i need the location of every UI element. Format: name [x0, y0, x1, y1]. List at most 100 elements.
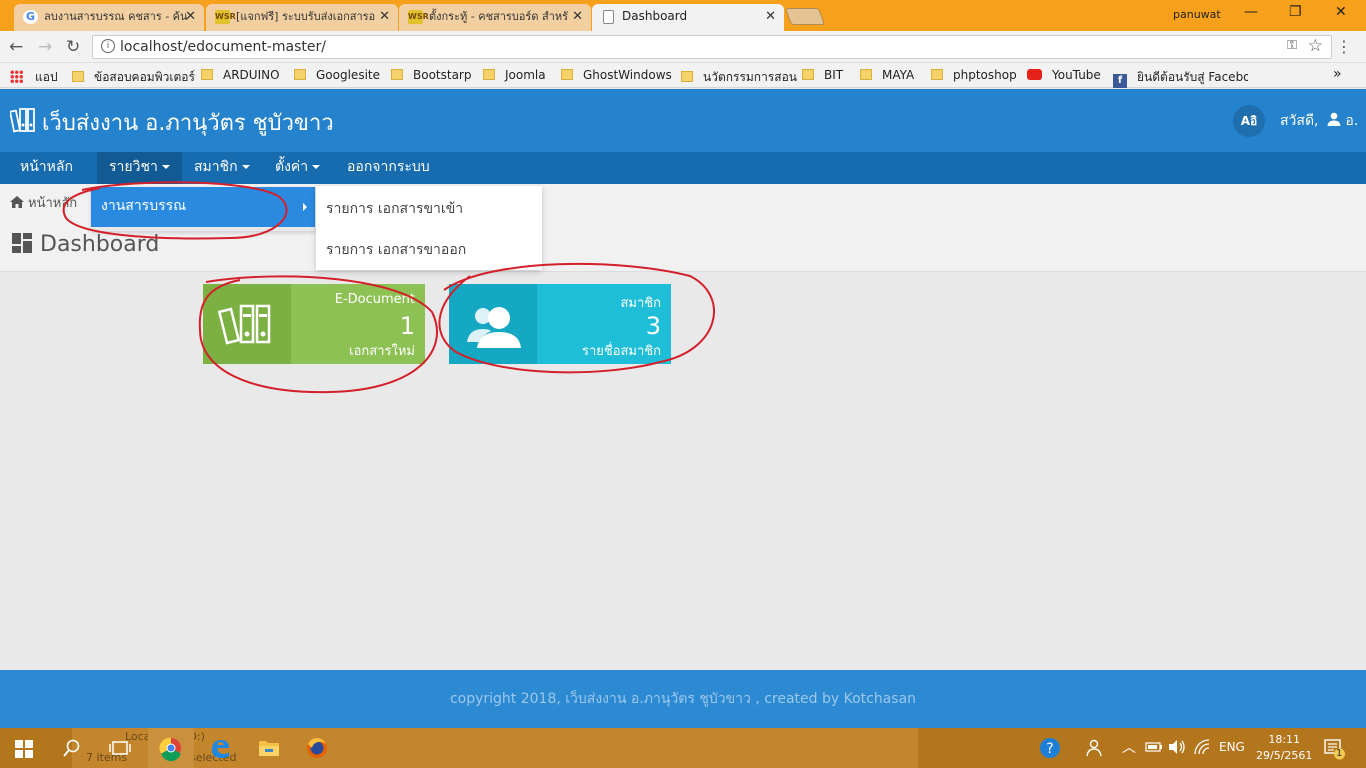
page-title: Dashboard [12, 232, 159, 257]
url-input[interactable]: i localhost/edocument-master/ ⚿ ☆ [92, 35, 1332, 59]
back-icon[interactable]: ← [9, 37, 23, 57]
bookmark-item[interactable]: BIT [802, 68, 843, 82]
bookmark-label: phptoshop [953, 68, 1017, 82]
tab-title: ลบงานสารบรรณ คชสาร - ค้น [44, 10, 188, 23]
people-icon[interactable] [1084, 739, 1102, 757]
close-tab-icon[interactable]: ✕ [185, 4, 196, 29]
close-window-icon[interactable]: ✕ [1335, 4, 1347, 20]
nav-settings[interactable]: ตั้งค่า [263, 152, 332, 184]
greeting-text: สวัสดี, [1280, 113, 1319, 129]
submenu-outgoing-documents[interactable]: รายการ เอกสารขาออก [326, 239, 466, 261]
restore-icon[interactable]: ❐ [1289, 4, 1302, 20]
chrome-taskbar-button[interactable] [148, 728, 194, 768]
nav-logout[interactable]: ออกจากระบบ [335, 152, 442, 184]
nav-label: ตั้งค่า [275, 159, 309, 175]
user-menu[interactable]: สวัสดี, อ. [1280, 110, 1358, 132]
edocument-card[interactable]: E-Document 1 เอกสารใหม่ [203, 284, 425, 364]
volume-icon[interactable] [1168, 739, 1186, 755]
folder-icon [561, 69, 573, 80]
caret-right-icon [303, 203, 307, 211]
document-submenu: รายการ เอกสารขาเข้า รายการ เอกสารขาออก [316, 186, 542, 270]
key-icon[interactable]: ⚿ [1287, 38, 1297, 53]
breadcrumb-label: หน้าหลัก [28, 196, 78, 211]
site-title[interactable]: เว็บส่งงาน อ.ภานุวัตร ชูบัวขาว [42, 105, 334, 140]
reload-icon[interactable]: ↻ [66, 37, 80, 57]
profile-name[interactable]: panuwat [1173, 8, 1221, 21]
address-bar: ← → ↻ i localhost/edocument-master/ ⚿ ☆ … [0, 31, 1366, 63]
bookmark-item[interactable]: Bootstarp [391, 68, 471, 82]
bookmark-youtube[interactable]: YouTube [1027, 68, 1101, 82]
new-tab-button[interactable] [784, 8, 826, 25]
bookmarks-overflow-icon[interactable]: » [1333, 66, 1342, 82]
dashboard-icon [12, 233, 32, 253]
bookmark-apps[interactable]: แอป [10, 68, 58, 87]
url-text: localhost/edocument-master/ [120, 39, 326, 55]
members-card[interactable]: สมาชิก 3 รายชื่อสมาชิก [449, 284, 671, 364]
browser-tab-strip: G ลบงานสารบรรณ คชสาร - ค้น ✕ WSR [แจกฟรี… [0, 0, 1366, 31]
language-button[interactable]: Aอิ [1233, 105, 1265, 137]
forward-icon[interactable]: → [38, 37, 52, 57]
file-explorer-icon[interactable] [258, 738, 280, 758]
ghost-explorer-window: Local Disk (D:) 7 items selected [72, 728, 918, 768]
bookmark-label: ข้อสอบคอมพิวเตอร์ [94, 70, 195, 84]
users-icon [467, 307, 521, 348]
tray-chevron-up-icon[interactable]: ︿ [1122, 737, 1136, 757]
close-tab-icon[interactable]: ✕ [765, 4, 776, 29]
bookmark-item[interactable]: ARDUINO [201, 68, 280, 82]
browser-tab[interactable]: WSR ตั้งกระทู้ - คชสารบอร์ด สำหรั ✕ [399, 4, 591, 31]
search-icon[interactable] [63, 739, 81, 757]
close-tab-icon[interactable]: ✕ [379, 4, 390, 29]
input-language[interactable]: ENG [1219, 740, 1245, 754]
breadcrumb[interactable]: หน้าหลัก [10, 192, 77, 213]
task-view-icon[interactable] [109, 740, 131, 756]
submenu-incoming-documents[interactable]: รายการ เอกสารขาเข้า [326, 198, 463, 220]
info-icon[interactable]: i [101, 39, 115, 53]
menu-icon[interactable]: ⋮ [1336, 37, 1352, 56]
clock[interactable]: 18:11 29/5/2561 [1256, 732, 1312, 764]
minimize-icon[interactable]: — [1244, 4, 1258, 20]
card-sublabel: รายชื่อสมาชิก [581, 344, 661, 359]
card-label: สมาชิก [620, 296, 662, 311]
folder-icon [483, 69, 495, 80]
tab-title: Dashboard [622, 9, 688, 23]
user-caret: อ. [1345, 113, 1359, 129]
card-icon-box [203, 284, 291, 364]
windows-start-icon[interactable] [15, 740, 33, 758]
bookmark-item[interactable]: MAYA [860, 68, 914, 82]
bookmark-label: Googlesite [316, 68, 380, 82]
wifi-icon[interactable] [1194, 739, 1210, 755]
notification-icon[interactable] [1324, 738, 1346, 760]
bookmark-star-icon[interactable]: ☆ [1308, 36, 1323, 56]
bookmark-item[interactable]: Googlesite [294, 68, 380, 82]
bookmark-facebook[interactable]: f ยินดีต้อนรับสู่ Faceboo [1113, 68, 1248, 88]
tab-title: ตั้งกระทู้ - คชสารบอร์ด สำหรั [429, 10, 569, 23]
nav-members[interactable]: สมาชิก [182, 152, 262, 184]
caret-down-icon [241, 165, 250, 169]
nav-courses[interactable]: รายวิชา [97, 152, 182, 184]
svg-text:?: ? [1046, 741, 1053, 757]
nav-home[interactable]: หน้าหลัก [8, 152, 85, 184]
browser-tab[interactable]: G ลบงานสารบรรณ คชสาร - ค้น ✕ [14, 4, 204, 31]
browser-tab-active[interactable]: Dashboard ✕ [592, 4, 784, 31]
bookmark-label: ยินดีต้อนรับสู่ Faceboo [1137, 70, 1248, 84]
nav-label: รายวิชา [109, 159, 158, 175]
help-icon[interactable]: ? [1039, 737, 1061, 759]
bookmark-item[interactable]: phptoshop [931, 68, 1017, 82]
bookmark-item[interactable]: นวัตกรรมการสอน [681, 68, 797, 87]
card-sublabel: เอกสารใหม่ [349, 344, 415, 359]
bookmark-item[interactable]: GhostWindows [561, 68, 672, 82]
firefox-icon[interactable] [305, 736, 329, 760]
bookmark-item[interactable]: Joomla [483, 68, 546, 82]
bookmark-item[interactable]: ข้อสอบคอมพิวเตอร์ [72, 68, 195, 87]
bookmark-label: MAYA [882, 68, 915, 82]
browser-tab[interactable]: WSR [แจกฟรี] ระบบรับส่งเอกสารอ ✕ [206, 4, 398, 31]
close-tab-icon[interactable]: ✕ [572, 4, 583, 29]
folder-icon [931, 69, 943, 80]
edge-icon[interactable] [209, 737, 231, 759]
card-icon-box [449, 284, 537, 364]
menu-item-document-admin[interactable]: งานสารบรรณ [91, 187, 315, 227]
wsr-icon: WSR [408, 10, 429, 24]
home-icon [10, 196, 24, 208]
battery-icon[interactable] [1145, 741, 1163, 753]
clock-date: 29/5/2561 [1256, 749, 1313, 762]
